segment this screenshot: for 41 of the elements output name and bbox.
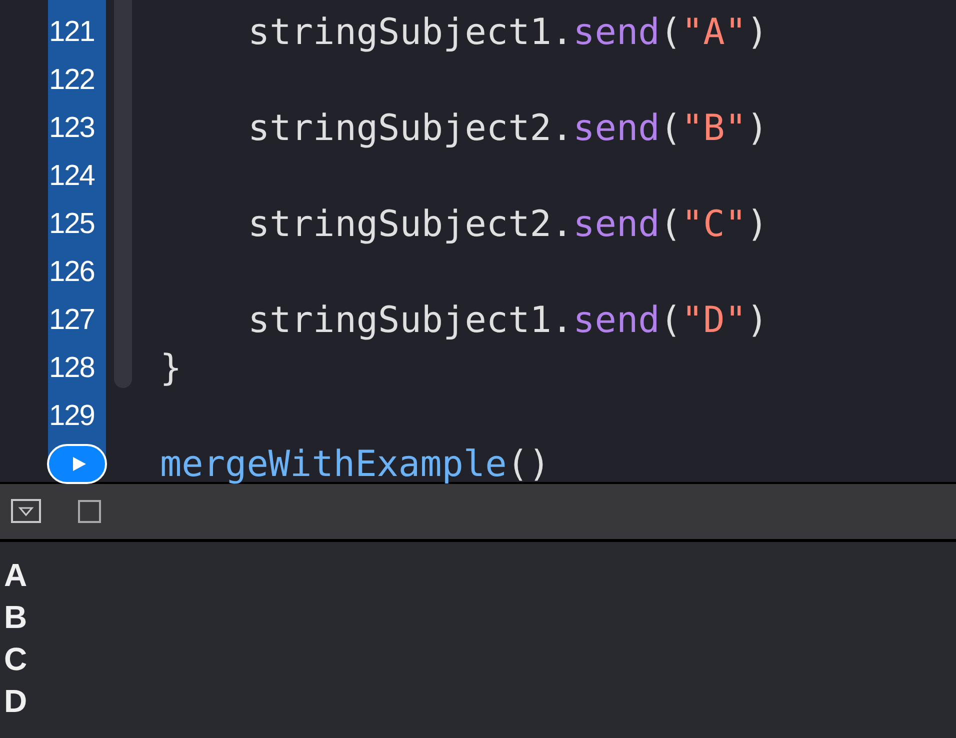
console-output: B [4,598,28,637]
line-number: 125 [49,208,94,240]
console-output: C [4,640,28,679]
code-token: } [160,348,182,388]
code-token: "D" [682,300,747,340]
code-token: mergeWithExample [160,444,507,484]
line-number: 124 [49,160,94,192]
line-number: 128 [49,352,94,384]
square-icon[interactable] [78,500,102,524]
code-token: "C" [682,204,747,244]
code-token: send [573,12,660,52]
code-token: stringSubject2. [248,204,574,244]
code-token: ( [660,204,682,244]
code-token: send [573,204,660,244]
run-button[interactable] [47,444,107,484]
code-token: "B" [682,108,747,148]
code-token: ) [746,108,768,148]
hide-panel-icon[interactable] [11,498,43,524]
code-token: send [573,300,660,340]
code-token: ( [660,12,682,52]
console-output: A [4,556,28,595]
code-token: ( [660,300,682,340]
code-token: stringSubject1. [248,300,574,340]
code-token: ) [746,12,768,52]
code-editor[interactable]: 121 stringSubject1.send("A") 122 123 stringSubject2.send("B") 124 125 stringSubject2.send("C") 126 127 stringSubject1.send("D") 128 } 129 mergeWithExample() [0,0,956,484]
line-number: 122 [49,64,94,96]
code-token: send [573,108,660,148]
line-number: 121 [49,16,94,48]
code-token: ) [746,300,768,340]
line-number: 129 [49,400,94,432]
code-token: () [506,444,550,484]
code-token: stringSubject1. [248,12,574,52]
play-icon [71,456,87,472]
code-token: ) [746,204,768,244]
line-number: 127 [49,304,94,336]
code-token: ( [660,108,682,148]
code-token: stringSubject2. [248,108,574,148]
console-output: D [4,682,28,721]
line-number: 123 [49,112,94,144]
line-number: 126 [49,256,94,288]
code-token: "A" [682,12,747,52]
